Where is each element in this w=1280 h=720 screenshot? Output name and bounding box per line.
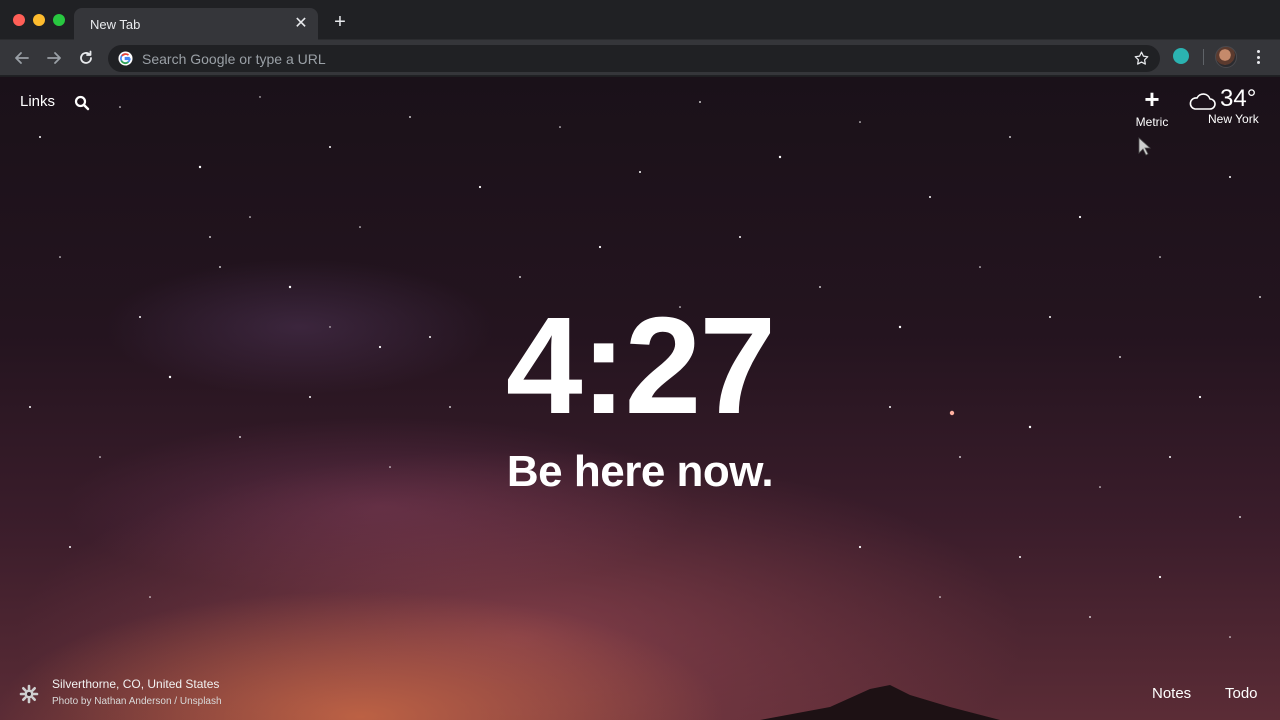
back-button[interactable] bbox=[10, 46, 34, 70]
tab-title: New Tab bbox=[90, 17, 141, 32]
mountain-silhouette bbox=[760, 685, 1000, 720]
forward-button[interactable] bbox=[42, 46, 66, 70]
todo-button[interactable]: Todo bbox=[1225, 685, 1258, 702]
search-icon[interactable] bbox=[74, 95, 90, 111]
cloud-icon bbox=[1189, 93, 1216, 110]
arrow-right-icon bbox=[47, 52, 61, 64]
photo-credit[interactable]: Photo by Nathan Anderson / Unsplash bbox=[52, 696, 222, 707]
mouse-pointer-icon bbox=[1138, 137, 1152, 156]
mantra-text[interactable]: Be here now. bbox=[340, 447, 940, 497]
add-metric-button[interactable]: + Metric bbox=[1126, 84, 1178, 129]
photo-location[interactable]: Silverthorne, CO, United States bbox=[52, 677, 219, 691]
close-icon[interactable]: ✕ bbox=[292, 15, 310, 33]
weather-location: New York bbox=[1208, 112, 1259, 126]
close-window-button[interactable] bbox=[13, 14, 25, 26]
profile-avatar[interactable] bbox=[1215, 46, 1237, 68]
reload-button[interactable] bbox=[74, 46, 98, 70]
arrow-left-icon bbox=[15, 52, 29, 64]
temperature: 34° bbox=[1220, 85, 1257, 112]
star-icon[interactable] bbox=[1133, 50, 1150, 67]
plus-icon: + bbox=[1144, 84, 1160, 114]
tab-new-tab[interactable]: New Tab ✕ bbox=[74, 8, 318, 40]
kebab-menu-icon[interactable] bbox=[1250, 47, 1266, 67]
clock-time[interactable]: 4:27 bbox=[440, 297, 840, 435]
notes-button[interactable]: Notes bbox=[1152, 685, 1191, 702]
new-tab-page: Links + Metric 34° New York 4:27 Be here… bbox=[0, 77, 1280, 720]
omnibox-placeholder[interactable]: Search Google or type a URL bbox=[142, 51, 326, 67]
minimize-window-button[interactable] bbox=[33, 14, 45, 26]
toolbar-divider bbox=[1203, 49, 1204, 65]
extension-icon[interactable] bbox=[1173, 48, 1189, 64]
maximize-window-button[interactable] bbox=[53, 14, 65, 26]
new-tab-button[interactable]: + bbox=[330, 12, 350, 32]
window-titlebar: New Tab ✕ + bbox=[0, 0, 1280, 40]
browser-toolbar: Search Google or type a URL bbox=[0, 40, 1280, 76]
address-bar[interactable]: Search Google or type a URL bbox=[108, 45, 1160, 72]
google-icon bbox=[118, 51, 133, 66]
reload-icon bbox=[80, 50, 92, 64]
gear-icon[interactable] bbox=[19, 684, 39, 704]
plus-icon: + bbox=[334, 11, 346, 33]
links-button[interactable]: Links bbox=[20, 93, 55, 110]
metric-label: Metric bbox=[1135, 115, 1169, 129]
weather-widget[interactable]: 34° New York bbox=[1186, 85, 1266, 129]
